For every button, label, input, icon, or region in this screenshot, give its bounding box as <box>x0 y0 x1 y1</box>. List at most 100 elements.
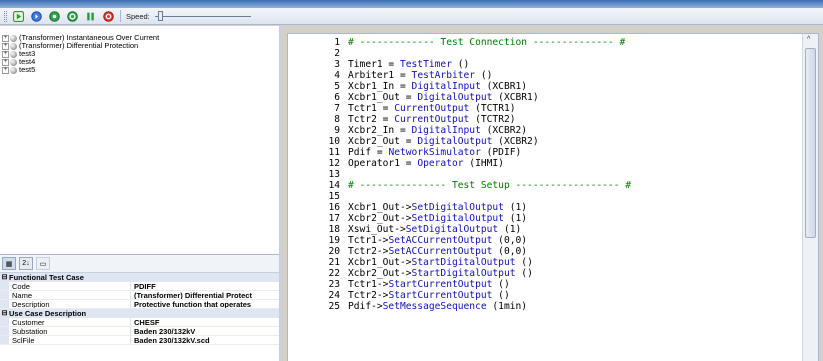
code-line[interactable]: 19 Tctr1->SetACCurrentOutput (0,0) <box>288 235 798 246</box>
code-line[interactable]: 11 Pdif = NetworkSimulator (PDIF) <box>288 147 798 158</box>
property-row[interactable]: Substation Baden 230/132kV <box>0 327 279 336</box>
code-line[interactable]: 16 Xcbr1_Out->SetDigitalOutput (1) <box>288 202 798 213</box>
stop-button[interactable] <box>102 10 115 23</box>
loop-button[interactable] <box>66 10 79 23</box>
tree-item[interactable]: + test3 <box>2 50 279 58</box>
collapse-icon[interactable]: ⊟ <box>0 309 9 318</box>
property-value[interactable]: Baden 230/132kV <box>131 327 279 335</box>
scroll-up-icon[interactable]: ^ <box>807 36 810 43</box>
test-case-tree: + (Transformer) Instantaneous Over Curre… <box>0 26 279 251</box>
code-line[interactable]: 7 Tctr1 = CurrentOutput (TCTR1) <box>288 103 798 114</box>
property-category[interactable]: ⊟ Use Case Description <box>0 309 279 318</box>
expand-icon[interactable]: + <box>2 50 9 58</box>
code-identifier: SetDigitalOutput <box>411 202 504 213</box>
code-token: Arbiter1 = <box>348 70 412 81</box>
line-number: 21 <box>328 257 340 268</box>
code-identifier: StartCurrentOutput <box>388 290 493 301</box>
line-number: 15 <box>328 191 340 202</box>
code-line[interactable]: 24 Tctr2->StartCurrentOutput () <box>288 290 798 301</box>
code-line[interactable]: 21 Xcbr1_Out->StartDigitalOutput () <box>288 257 798 268</box>
code-line[interactable]: 12 Operator1 = Operator (IHMI) <box>288 158 798 169</box>
expand-icon[interactable]: + <box>2 42 9 50</box>
property-name: Description <box>9 300 131 308</box>
property-name: SclFile <box>9 336 131 344</box>
code-line[interactable]: 4 Arbiter1 = TestArbiter () <box>288 70 798 81</box>
property-pages-button[interactable]: ▭ <box>36 257 50 270</box>
toolbar-grip[interactable] <box>4 10 7 22</box>
code-line[interactable]: 14 # --------------- Test Setup ---------… <box>288 180 798 191</box>
code-token: () <box>515 257 533 268</box>
test-case-icon <box>10 34 17 42</box>
line-number: 25 <box>328 301 340 312</box>
code-text: Operator1 = Operator (IHMI) <box>348 158 504 169</box>
code-line[interactable]: 3 Timer1 = TestTimer () <box>288 59 798 70</box>
property-value[interactable]: Protective function that operates <box>131 300 279 308</box>
stop-icon <box>103 10 114 22</box>
speed-slider[interactable] <box>154 11 251 21</box>
expand-icon[interactable]: + <box>2 58 9 66</box>
code-identifier: SetDigitalOutput <box>411 213 504 224</box>
code-line[interactable]: 17 Xcbr2_Out->SetDigitalOutput (1) <box>288 213 798 224</box>
tree-item[interactable]: + test4 <box>2 58 279 66</box>
line-number: 1 <box>334 37 340 48</box>
tree-item[interactable]: + (Transformer) Differential Protection <box>2 42 279 50</box>
line-number: 19 <box>328 235 340 246</box>
code-token: Tctr2-> <box>348 290 389 301</box>
script-editor[interactable]: ^ 1 # ------------- Test Connection -----… <box>287 33 819 361</box>
property-name: Substation <box>9 327 131 335</box>
tree-item-label: (Transformer) Differential Protection <box>19 41 139 50</box>
scrollbar-thumb[interactable] <box>805 48 816 238</box>
property-row[interactable]: SclFile Baden 230/132kV.scd <box>0 336 279 345</box>
code-line[interactable]: 5 Xcbr1_In = DigitalInput (XCBR1) <box>288 81 798 92</box>
code-line[interactable]: 18 Xswi_Out->SetDigitalOutput (1) <box>288 224 798 235</box>
property-row[interactable]: Code PDIFF <box>0 282 279 291</box>
code-line[interactable]: 20 Tctr2->SetACCurrentOutput (0,0) <box>288 246 798 257</box>
collapse-icon[interactable]: ⊟ <box>0 273 9 282</box>
code-text: Xcbr2_Out->SetDigitalOutput (1) <box>348 213 527 224</box>
expand-icon[interactable]: + <box>2 66 9 74</box>
code-identifier: DigitalInput <box>411 125 481 136</box>
code-line[interactable]: 13 <box>288 169 798 180</box>
code-line[interactable]: 6 Xcbr1_Out = DigitalOutput (XCBR1) <box>288 92 798 103</box>
property-value[interactable]: CHESF <box>131 318 279 326</box>
code-line[interactable]: 23 Tctr1->StartCurrentOutput () <box>288 279 798 290</box>
code-line[interactable]: 25 Pdif->SetMessageSequence (1min) <box>288 301 798 312</box>
speed-slider-thumb[interactable] <box>157 11 163 21</box>
property-row[interactable]: Description Protective function that ope… <box>0 300 279 309</box>
code-line[interactable]: 8 Tctr2 = CurrentOutput (TCTR2) <box>288 114 798 125</box>
left-panel: + (Transformer) Instantaneous Over Curre… <box>0 26 281 361</box>
property-row[interactable]: Name (Transformer) Differential Protect <box>0 291 279 300</box>
property-value[interactable]: PDIFF <box>131 282 279 290</box>
window-title-strip <box>0 0 823 8</box>
code-line[interactable]: 10 Xcbr2_Out = DigitalOutput (XCBR2) <box>288 136 798 147</box>
property-value[interactable]: Baden 230/132kV.scd <box>131 336 279 344</box>
code-text: Tctr2->StartCurrentOutput () <box>348 290 510 301</box>
step-button[interactable] <box>30 10 43 23</box>
alphabetical-button[interactable]: 2↓ <box>19 257 33 270</box>
property-row[interactable]: Customer CHESF <box>0 318 279 327</box>
code-token: (0,0) <box>492 235 528 246</box>
play-icon <box>13 10 24 22</box>
code-token: Xcbr1_In = <box>348 81 412 92</box>
code-identifier: CurrentOutput <box>394 103 470 114</box>
property-value[interactable]: (Transformer) Differential Protect <box>131 291 279 299</box>
record-button[interactable] <box>48 10 61 23</box>
code-identifier: SetACCurrentOutput <box>388 246 493 257</box>
property-category[interactable]: ⊟ Functional Test Case <box>0 273 279 282</box>
categorized-button[interactable]: ▦ <box>2 257 16 270</box>
editor-vertical-scrollbar[interactable]: ^ <box>802 34 818 361</box>
code-token: Xcbr2_Out-> <box>348 213 412 224</box>
code-line[interactable]: 22 Xcbr2_Out->StartDigitalOutput () <box>288 268 798 279</box>
code-line[interactable]: 9 Xcbr2_In = DigitalInput (XCBR2) <box>288 125 798 136</box>
run-button[interactable] <box>12 10 25 23</box>
code-line[interactable]: 2 <box>288 48 798 59</box>
row-gutter <box>0 318 9 326</box>
pause-button[interactable] <box>84 10 97 23</box>
property-grid: ▦ 2↓ ▭ ⊟ Functional Test Case Code PDIFF… <box>0 254 279 361</box>
expand-icon[interactable]: + <box>2 34 9 42</box>
code-line[interactable]: 15 <box>288 191 798 202</box>
code-text: # ------------- Test Connection --------… <box>348 37 625 48</box>
tree-item[interactable]: + test5 <box>2 66 279 74</box>
toolbar-separator <box>120 10 121 22</box>
code-line[interactable]: 1 # ------------- Test Connection -------… <box>288 37 798 48</box>
